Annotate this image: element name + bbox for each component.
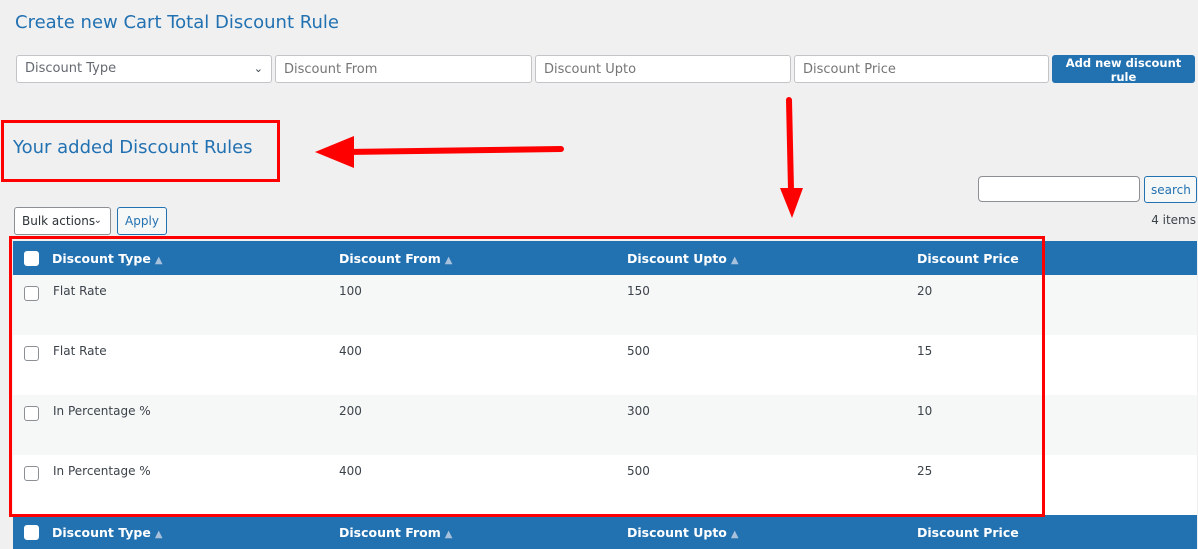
sort-icon: ▲ xyxy=(154,528,163,540)
table-footer: Discount Type ▲ Discount From ▲ Discount U… xyxy=(13,515,1197,549)
annotation-arrows xyxy=(315,97,803,218)
column-discount-type[interactable]: Discount Type ▲ xyxy=(52,515,339,549)
column-discount-from[interactable]: Discount From ▲ xyxy=(339,515,627,549)
select-all-checkbox[interactable] xyxy=(24,525,39,540)
column-discount-price: Discount Price xyxy=(917,515,1197,549)
column-discount-upto[interactable]: Discount Upto ▲ xyxy=(627,515,917,549)
sort-icon: ▲ xyxy=(444,528,453,540)
sort-icon: ▲ xyxy=(730,528,739,540)
arrow-down-icon xyxy=(780,97,803,218)
arrow-left-icon xyxy=(315,136,564,168)
